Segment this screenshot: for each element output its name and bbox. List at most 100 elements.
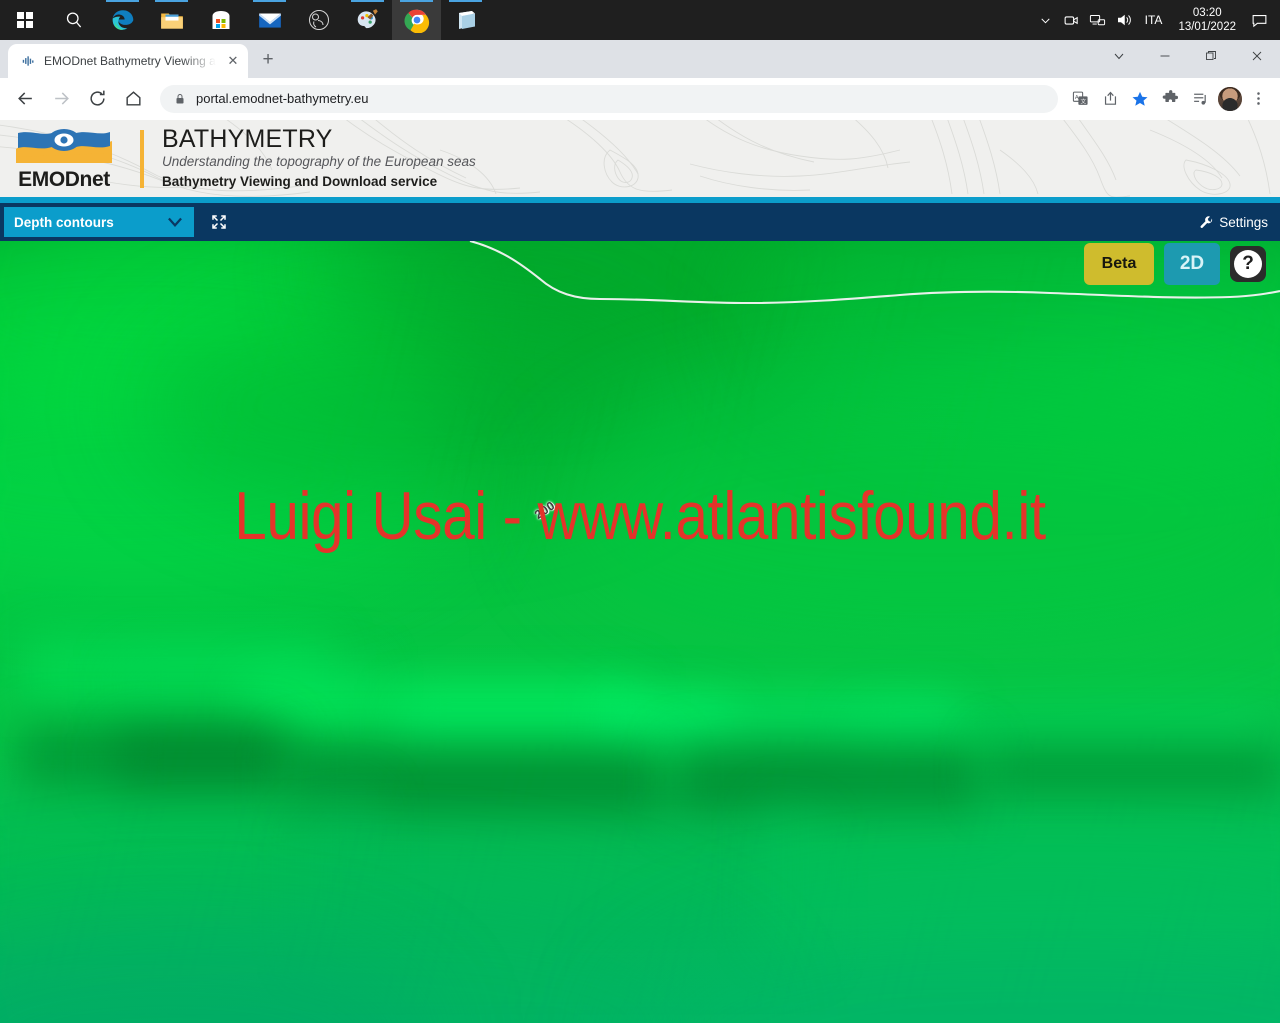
start-button[interactable]: [0, 0, 49, 40]
clock[interactable]: 03:20 13/01/2022: [1170, 0, 1244, 40]
bookmark-button[interactable]: [1126, 85, 1154, 113]
app-toolbar: Depth contours Settings: [0, 203, 1280, 241]
close-button[interactable]: [1234, 40, 1280, 72]
address-bar[interactable]: portal.emodnet-bathymetry.eu: [160, 84, 1058, 113]
profile-avatar[interactable]: [1218, 86, 1242, 111]
browser-tab[interactable]: EMODnet Bathymetry Viewing an ✕: [8, 44, 248, 78]
chrome-window: EMODnet Bathymetry Viewing an ✕ + portal…: [0, 40, 1280, 1024]
taskbar-app-edge[interactable]: [98, 0, 147, 40]
taskbar-app-chrome[interactable]: [392, 0, 441, 40]
network-icon: [1090, 14, 1106, 25]
system-tray: ITA 03:20 13/01/2022: [1033, 0, 1280, 40]
camera-status-icon-wrap[interactable]: [1059, 0, 1085, 40]
settings-label: Settings: [1219, 214, 1268, 230]
maximize-button[interactable]: [1188, 40, 1234, 72]
header-subtitle-italic: Understanding the topography of the Euro…: [162, 154, 476, 170]
screen: ITA 03:20 13/01/2022 EMODnet Bathymetry …: [0, 0, 1280, 1024]
settings-button[interactable]: Settings: [1199, 215, 1268, 230]
new-tab-button[interactable]: +: [254, 46, 282, 74]
reload-button[interactable]: [80, 82, 114, 116]
url-text: portal.emodnet-bathymetry.eu: [196, 91, 369, 106]
tab-close-button[interactable]: ✕: [224, 52, 242, 70]
help-button[interactable]: ?: [1230, 246, 1266, 282]
translate-icon: A 文: [1072, 91, 1088, 105]
show-hidden-icons-button[interactable]: [1033, 0, 1059, 40]
back-button[interactable]: [8, 82, 42, 116]
close-icon: [1252, 51, 1262, 61]
mail-icon: [258, 13, 281, 28]
home-icon: [125, 91, 141, 106]
tab-search-button[interactable]: [1096, 40, 1142, 72]
taskbar-app-list: [0, 0, 490, 40]
svg-text:A: A: [1074, 95, 1078, 101]
windows-taskbar: ITA 03:20 13/01/2022: [0, 0, 1280, 40]
back-arrow-icon: [17, 92, 32, 105]
taskbar-app-obs[interactable]: [294, 0, 343, 40]
volume-button[interactable]: [1111, 0, 1137, 40]
tab-strip: EMODnet Bathymetry Viewing an ✕ +: [0, 40, 1280, 78]
edge-icon: [112, 10, 133, 30]
search-button[interactable]: [49, 0, 98, 40]
action-center-button[interactable]: [1244, 0, 1274, 40]
beta-button[interactable]: Beta: [1084, 243, 1154, 285]
share-button[interactable]: [1096, 85, 1124, 113]
chrome-icon: [403, 9, 429, 33]
media-button[interactable]: [1186, 85, 1214, 113]
tab-title: EMODnet Bathymetry Viewing an: [44, 54, 216, 68]
avatar-image: [1218, 86, 1242, 111]
chevron-up-icon: [1041, 18, 1050, 23]
media-playlist-icon: [1193, 93, 1206, 105]
taskbar-app-sticky-notes[interactable]: [441, 0, 490, 40]
layer-select-value: Depth contours: [14, 214, 114, 230]
bathymetry-favicon: [20, 53, 36, 69]
network-button[interactable]: [1085, 0, 1111, 40]
forward-button[interactable]: [44, 82, 78, 116]
watermark-text: Luigi Usai - www.atlantisfound.it: [234, 478, 1046, 554]
extensions-puzzle-icon: [1162, 90, 1178, 103]
layer-select-dropdown[interactable]: Depth contours: [4, 207, 194, 237]
windows-logo-icon: [16, 12, 33, 28]
language-indicator[interactable]: ITA: [1137, 0, 1171, 40]
page-content: EMODnet BATHYMETRY Understanding the top…: [0, 120, 1280, 1023]
notification-icon: [1252, 14, 1266, 27]
translate-button[interactable]: A 文: [1066, 85, 1094, 113]
share-icon: [1104, 91, 1116, 105]
taskbar-app-paint[interactable]: [343, 0, 392, 40]
header-subtitle-bold: Bathymetry Viewing and Download service: [162, 173, 438, 189]
camera-icon: [1064, 15, 1078, 25]
folder-icon: [160, 13, 183, 29]
bookmark-star-icon: [1132, 91, 1148, 106]
emodnet-logo[interactable]: EMODnet: [10, 127, 118, 190]
more-menu-icon: [1256, 92, 1260, 105]
fullscreen-button[interactable]: [208, 211, 230, 233]
emodnet-wordmark: EMODnet: [18, 168, 110, 191]
sticky-notes-icon: [458, 11, 475, 29]
taskbar-app-mail[interactable]: [245, 0, 294, 40]
clock-time: 03:20: [1192, 6, 1222, 19]
minimize-button[interactable]: [1142, 40, 1188, 72]
bathymetry-map[interactable]: 200 Luigi Usai - www.atlantisfound.it Be…: [0, 241, 1280, 1023]
lock-icon: [174, 93, 186, 105]
obs-icon: [308, 10, 329, 30]
extensions-button[interactable]: [1156, 85, 1184, 113]
depth-contour-lines: [469, 241, 1280, 305]
search-icon: [66, 12, 81, 28]
emodnet-logo-mark: [16, 129, 112, 163]
taskbar-app-file-explorer[interactable]: [147, 0, 196, 40]
taskbar-app-microsoft-store[interactable]: [196, 0, 245, 40]
wrench-icon: [1200, 215, 1213, 228]
clock-date: 13/01/2022: [1178, 21, 1236, 33]
page-title: BATHYMETRY: [162, 125, 333, 154]
site-header: EMODnet BATHYMETRY Understanding the top…: [0, 120, 1280, 197]
maximize-icon: [1206, 51, 1216, 60]
home-button[interactable]: [116, 82, 150, 116]
header-text: BATHYMETRY Understanding the topography …: [162, 126, 476, 191]
fullscreen-expand-icon: [212, 215, 226, 229]
reload-icon: [89, 90, 105, 106]
site-header-inner: EMODnet BATHYMETRY Understanding the top…: [0, 120, 1280, 197]
volume-icon: [1117, 14, 1131, 26]
header-divider: [140, 129, 144, 188]
forward-arrow-icon: [54, 92, 69, 105]
dimension-toggle-button[interactable]: 2D: [1164, 243, 1220, 285]
more-menu-button[interactable]: [1244, 85, 1272, 113]
